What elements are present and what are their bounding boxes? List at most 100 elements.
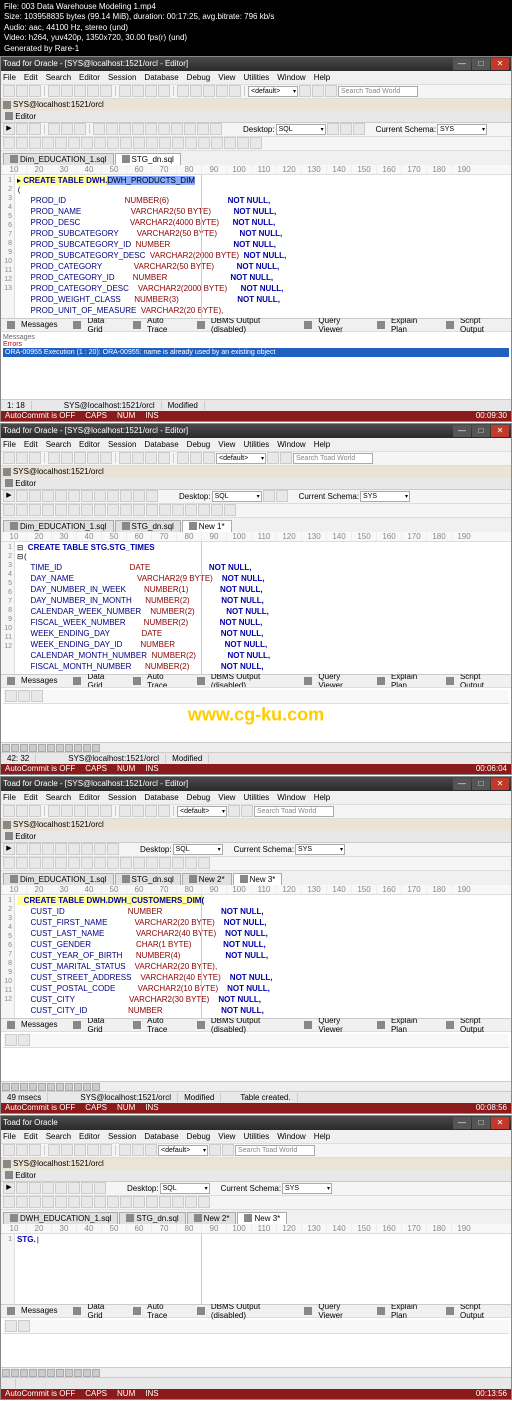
toolbar-button[interactable] (68, 1182, 80, 1194)
toolbar-button[interactable] (133, 137, 145, 149)
titlebar[interactable]: Toad for Oracle - [SYS@localhost:1521/or… (1, 424, 511, 438)
toolbar-button[interactable] (18, 1320, 30, 1332)
search-input[interactable]: Search Toad World (293, 453, 373, 464)
toolbar-button[interactable] (190, 85, 202, 97)
toolbar-button[interactable] (29, 1144, 41, 1156)
toolbar-button[interactable] (16, 85, 28, 97)
toolbar-button[interactable] (267, 452, 279, 464)
toolbar-button[interactable] (29, 137, 41, 149)
output-tab-messages[interactable]: Messages (3, 318, 65, 331)
menu-view[interactable]: View (218, 73, 235, 82)
menu-database[interactable]: Database (144, 793, 178, 802)
toolbar-button[interactable] (132, 452, 144, 464)
toolbar-button[interactable] (42, 1196, 54, 1208)
menu-edit[interactable]: Edit (24, 793, 38, 802)
toolbar-button[interactable] (198, 857, 210, 869)
connection-bar[interactable]: SYS@localhost:1521/orcl (1, 819, 511, 831)
menu-session[interactable]: Session (108, 440, 136, 449)
menu-file[interactable]: File (3, 1132, 16, 1141)
close-button[interactable]: ✕ (491, 425, 509, 437)
toolbar-button[interactable] (133, 490, 145, 502)
menu-editor[interactable]: Editor (79, 440, 100, 449)
toolbar-button[interactable] (237, 137, 249, 149)
toolbar-button[interactable] (190, 452, 202, 464)
toolbar-button[interactable] (61, 85, 73, 97)
toolbar-button[interactable] (340, 123, 352, 135)
toolbar-button[interactable] (132, 1144, 144, 1156)
toolbar-button[interactable] (16, 1196, 28, 1208)
desktop-dropdown[interactable]: SQL (173, 844, 223, 855)
toolbar-button[interactable] (172, 1196, 184, 1208)
code-editor[interactable]: 1 STG.| (1, 1234, 511, 1304)
toolbar-button[interactable] (146, 137, 158, 149)
toolbar-button[interactable] (119, 805, 131, 817)
toolbar-button[interactable] (100, 1144, 112, 1156)
toolbar-button[interactable] (119, 452, 131, 464)
toolbar-button[interactable] (120, 857, 132, 869)
tab-item[interactable]: New 3* (237, 1212, 287, 1224)
menu-utilities[interactable]: Utilities (243, 440, 269, 449)
toolbar-button[interactable] (222, 1144, 234, 1156)
toolbar-button[interactable] (94, 1196, 106, 1208)
close-button[interactable]: ✕ (491, 58, 509, 70)
toolbar-button[interactable] (29, 85, 41, 97)
toolbar-button[interactable] (68, 843, 80, 855)
toolbar-button[interactable] (119, 1144, 131, 1156)
desktop-dropdown[interactable]: SQL (160, 1183, 210, 1194)
output-tab-messages[interactable]: Messages (3, 1018, 65, 1031)
menu-edit[interactable]: Edit (24, 73, 38, 82)
menu-file[interactable]: File (3, 73, 16, 82)
error-message[interactable]: ORA-00955 Execution (1 : 20): ORA-00955:… (3, 348, 509, 357)
menu-window[interactable]: Window (277, 793, 305, 802)
toolbar-button[interactable] (16, 504, 28, 516)
toolbar-button[interactable] (29, 1196, 41, 1208)
toolbar-button[interactable] (48, 805, 60, 817)
toolbar-button[interactable] (94, 857, 106, 869)
desktop-dropdown[interactable]: SQL (276, 124, 326, 135)
execute-button[interactable]: ▶ (3, 123, 15, 135)
toolbar-button[interactable] (145, 1144, 157, 1156)
minimize-button[interactable]: — (453, 58, 471, 70)
titlebar[interactable]: Toad for Oracle - [SYS@localhost:1521/or… (1, 777, 511, 791)
toolbar-button[interactable] (133, 857, 145, 869)
tab-stg-dn[interactable]: STG_dn.sql (115, 153, 181, 165)
maximize-button[interactable]: □ (472, 778, 490, 790)
toolbar-button[interactable] (203, 85, 215, 97)
toolbar-button[interactable] (119, 123, 131, 135)
toolbar-button[interactable] (107, 490, 119, 502)
toolbar-button[interactable] (241, 805, 253, 817)
menu-debug[interactable]: Debug (187, 793, 211, 802)
toolbar-button[interactable] (211, 504, 223, 516)
toolbar-button[interactable] (68, 137, 80, 149)
toolbar-button[interactable] (312, 85, 324, 97)
toolbar-button[interactable] (145, 85, 157, 97)
menu-editor[interactable]: Editor (79, 1132, 100, 1141)
toolbar-button[interactable] (184, 123, 196, 135)
toolbar-button[interactable] (198, 504, 210, 516)
toolbar-button[interactable] (145, 123, 157, 135)
toolbar-button[interactable] (16, 857, 28, 869)
toolbar-button[interactable] (172, 504, 184, 516)
toolbar-button[interactable] (42, 843, 54, 855)
toolbar-button[interactable] (177, 85, 189, 97)
menu-debug[interactable]: Debug (187, 73, 211, 82)
toolbar-button[interactable] (29, 123, 41, 135)
toolbar-button[interactable] (81, 137, 93, 149)
toolbar-button[interactable] (107, 857, 119, 869)
toolbar-button[interactable] (81, 504, 93, 516)
menu-utilities[interactable]: Utilities (243, 793, 269, 802)
toolbar-button[interactable] (107, 137, 119, 149)
toolbar-button[interactable] (68, 1196, 80, 1208)
toolbar-button[interactable] (81, 843, 93, 855)
toolbar-button[interactable] (120, 490, 132, 502)
toolbar-button[interactable] (216, 85, 228, 97)
close-button[interactable]: ✕ (491, 1117, 509, 1129)
vertical-divider[interactable] (201, 175, 202, 318)
toolbar-button[interactable] (48, 452, 60, 464)
toolbar-button[interactable] (120, 137, 132, 149)
toolbar-button[interactable] (107, 843, 119, 855)
search-input[interactable]: Search Toad World (338, 86, 418, 97)
desktop-dropdown[interactable]: SQL (212, 491, 262, 502)
tab-item[interactable]: DWH_EDUCATION_1.sql (3, 1212, 118, 1224)
connection-bar[interactable]: SYS@localhost:1521/orcl (1, 99, 511, 111)
